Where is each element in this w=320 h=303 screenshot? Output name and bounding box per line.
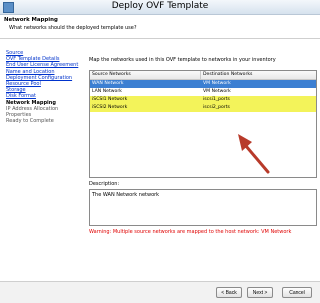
- description-box: The WAN Network network: [89, 189, 317, 226]
- next-button[interactable]: Next >: [247, 287, 273, 298]
- table-row[interactable]: WAN Network VM Network: [90, 80, 316, 88]
- source-network-cell: iSCSI1 Network: [92, 97, 128, 102]
- source-network-cell: LAN Network: [92, 89, 122, 94]
- table-row[interactable]: LAN Network VM Network: [90, 88, 316, 96]
- column-divider[interactable]: [200, 71, 201, 79]
- page-title: Network Mapping: [4, 17, 58, 23]
- destination-network-cell[interactable]: iscsi2_ports: [203, 105, 230, 110]
- title-bar: Deploy OVF Template: [0, 0, 320, 15]
- back-button[interactable]: < Back: [216, 287, 242, 298]
- network-mapping-table[interactable]: Source Networks Destination Networks WAN…: [89, 70, 317, 178]
- instruction-text: Map the networks used in this OVF templa…: [89, 57, 276, 63]
- table-row[interactable]: iSCSI2 Network iscsi2_ports: [90, 104, 316, 112]
- destination-network-cell[interactable]: VM Network: [203, 81, 231, 86]
- description-label: Description:: [89, 181, 120, 187]
- column-header-source[interactable]: Source Networks: [92, 72, 131, 77]
- destination-network-cell[interactable]: VM Network: [203, 89, 231, 94]
- main-content: Map the networks used in this OVF templa…: [86, 38, 320, 272]
- source-network-cell: iSCSI2 Network: [92, 105, 128, 110]
- column-header-destination[interactable]: Destination Networks: [203, 72, 252, 77]
- warning-message: Warning: Multiple source networks are ma…: [89, 229, 292, 235]
- button-bar: < Back Next > Cancel: [0, 281, 320, 303]
- page-subtitle: What networks should the deployed templa…: [9, 25, 137, 31]
- table-row[interactable]: iSCSI1 Network iscsi1_ports: [90, 96, 316, 104]
- description-text: The WAN Network network: [92, 192, 160, 198]
- source-network-cell: WAN Network: [92, 81, 124, 86]
- table-header: Source Networks Destination Networks: [90, 71, 316, 80]
- wizard-steps-nav: Source OVF Template Details End User Lic…: [6, 50, 84, 124]
- window-title: Deploy OVF Template: [111, 1, 209, 11]
- wizard-header: Network Mapping What networks should the…: [0, 15, 320, 39]
- step-eula[interactable]: End User License Agreement: [6, 62, 84, 68]
- cancel-button[interactable]: Cancel: [282, 287, 312, 298]
- step-ready-to-complete: Ready to Complete: [6, 118, 54, 125]
- destination-network-cell[interactable]: iscsi1_ports: [203, 97, 230, 102]
